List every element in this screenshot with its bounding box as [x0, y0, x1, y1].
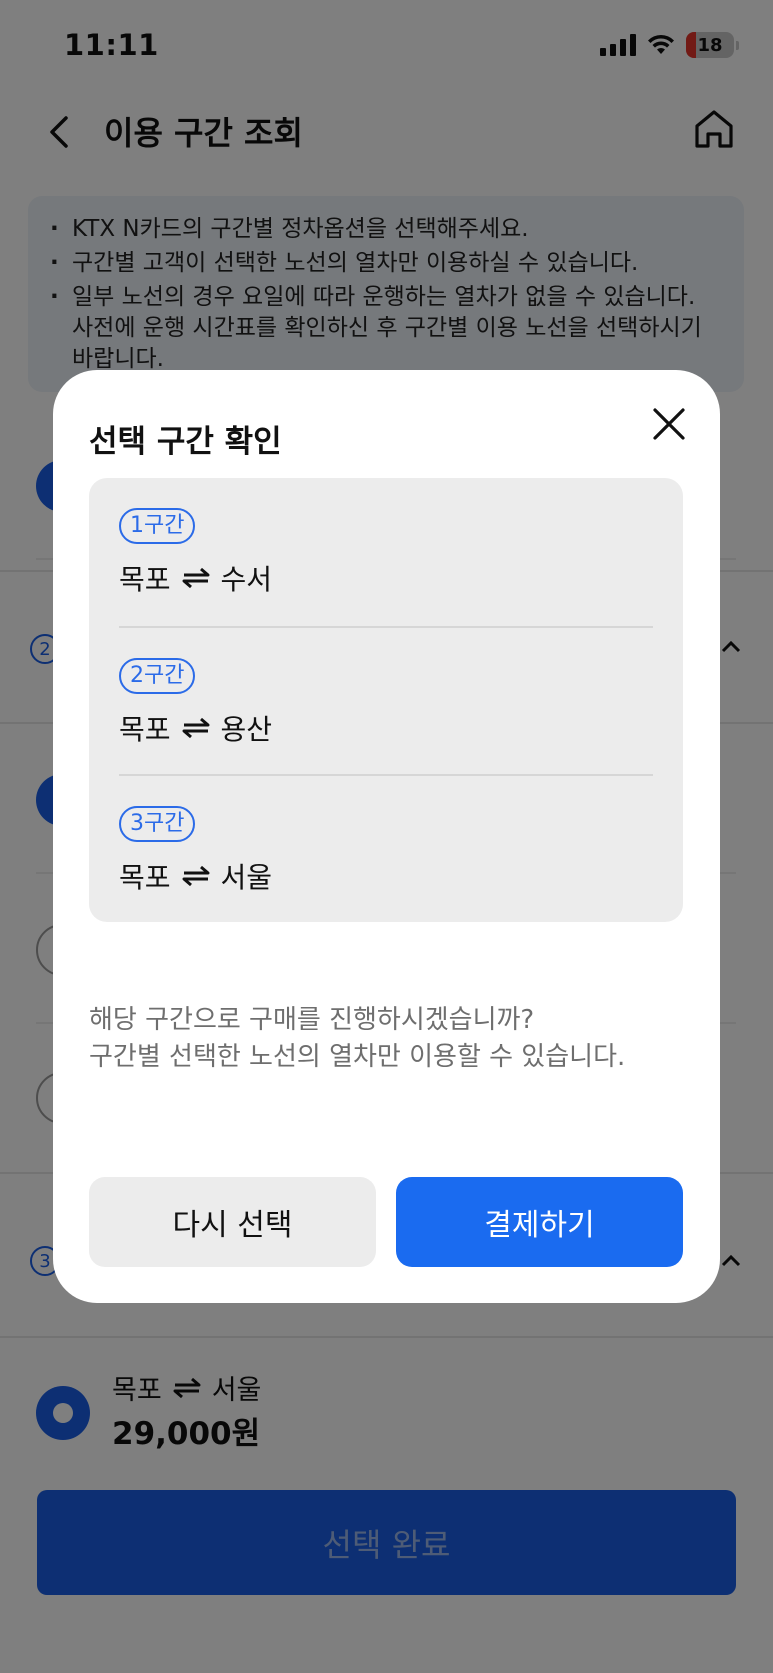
route-from: 목포 [119, 861, 171, 894]
route-badge: 3구간 [119, 806, 196, 842]
route-text: 목포 용산 [119, 708, 272, 748]
route-item: 3구간 목포 서울 [119, 774, 653, 922]
reselect-button[interactable]: 다시 선택 [89, 1177, 376, 1267]
route-to: 수서 [220, 563, 273, 596]
close-icon[interactable] [651, 406, 687, 442]
confirm-message: 해당 구간으로 구매를 진행하시겠습니까? 구간별 선택한 노선의 열차만 이용… [89, 1002, 625, 1076]
pay-button[interactable]: 결제하기 [396, 1177, 683, 1267]
confirm-message-line: 구간별 선택한 노선의 열차만 이용할 수 있습니다. [89, 1042, 626, 1072]
route-badge: 2구간 [119, 658, 196, 694]
route-item: 1구간 목포 수서 [119, 478, 653, 626]
route-from: 목포 [119, 563, 171, 596]
swap-arrows-icon [182, 717, 210, 739]
route-text: 목포 수서 [119, 558, 272, 598]
route-to: 용산 [220, 713, 273, 746]
route-item: 2구간 목포 용산 [119, 626, 653, 774]
modal-title: 선택 구간 확인 [89, 424, 282, 460]
route-from: 목포 [119, 713, 171, 746]
swap-arrows-icon [182, 567, 210, 589]
confirm-message-line: 해당 구간으로 구매를 진행하시겠습니까? [89, 1005, 535, 1035]
route-badge: 1구간 [119, 508, 196, 544]
confirm-route-modal: 선택 구간 확인 1구간 목포 수서 2구간 목포 용산 3구간 목포 서울 해… [53, 370, 720, 1303]
route-text: 목포 서울 [119, 856, 272, 896]
route-to: 서울 [220, 861, 273, 894]
route-list: 1구간 목포 수서 2구간 목포 용산 3구간 목포 서울 [89, 478, 683, 922]
swap-arrows-icon [182, 865, 210, 887]
